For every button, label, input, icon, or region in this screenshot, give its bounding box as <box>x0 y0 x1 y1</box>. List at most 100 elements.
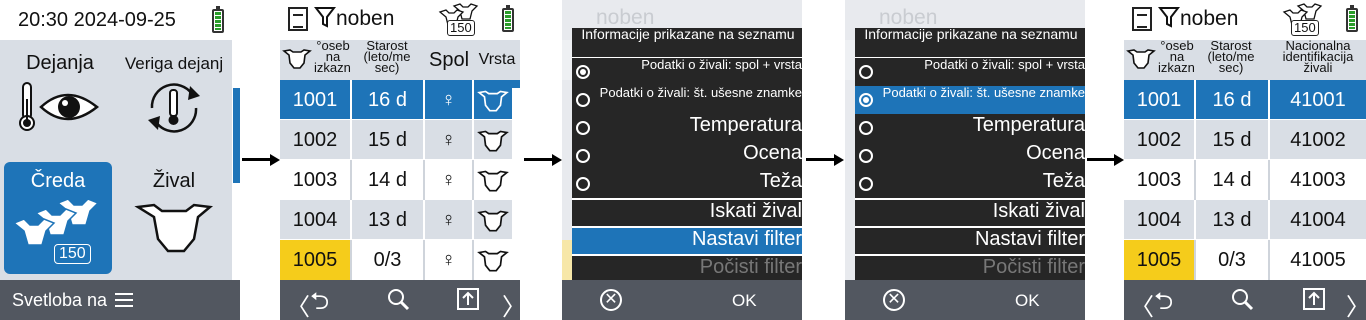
cow-head-icon <box>474 200 512 240</box>
col-header-age[interactable]: Starost (leto/me sec) <box>350 40 424 80</box>
col-header-species[interactable]: Vrsta <box>474 40 520 80</box>
table-row[interactable]: 1004 13 d 41004 <box>1124 200 1366 240</box>
chevron-left-icon[interactable]: 〈 <box>286 287 310 320</box>
menu-option-sex-species[interactable]: Podatki o živali: spol + vrsta <box>572 58 802 86</box>
chevron-right-icon[interactable]: 〉 <box>1346 287 1366 320</box>
table-row[interactable]: 1003 14 d 41003 <box>1124 160 1366 200</box>
radio-icon <box>576 121 590 135</box>
radio-icon <box>859 149 873 163</box>
flow-arrow <box>806 154 845 166</box>
radio-icon <box>576 177 590 191</box>
menu-title: Informacije prikazane na seznamu <box>572 27 802 58</box>
set-filter-action[interactable]: Nastavi filter <box>572 226 802 254</box>
menu-option-label: Podatki o živali: spol + vrsta <box>924 57 1085 72</box>
menu-option-ear-tag[interactable]: Podatki o živali: št. ušesne znamke <box>572 86 802 114</box>
table-row[interactable]: 1002 15 d 41002 <box>1124 120 1366 160</box>
back-icon[interactable]: ⮌ <box>310 284 329 320</box>
col-header-id[interactable]: °oseb na izkazn. <box>1158 40 1196 80</box>
list-options-menu-screen-2: noben Informacije prikazane na seznamu P… <box>845 0 1085 320</box>
export-icon[interactable] <box>1302 287 1326 317</box>
menu-option-temperature[interactable]: Temperatura <box>855 114 1085 142</box>
menu-option-ear-tag[interactable]: Podatki o živali: št. ušesne znamke <box>855 86 1085 114</box>
list-info-icon[interactable] <box>1132 7 1152 31</box>
ok-button[interactable]: OK <box>1015 291 1040 311</box>
status-bar: 20:30 2024-09-25 <box>0 0 240 40</box>
search-animal-action[interactable]: Iskati žival <box>855 198 1085 226</box>
col-header-id[interactable]: °oseb na izkazn. <box>314 40 352 80</box>
table-row[interactable]: 1002 15 d ♀ <box>280 120 520 160</box>
radio-icon <box>859 121 873 135</box>
cell-id: 1001 <box>1124 80 1196 120</box>
close-icon[interactable]: ✕ <box>600 289 622 311</box>
menu-option-score[interactable]: Ocena <box>572 142 802 170</box>
menu-option-sex-species[interactable]: Podatki o živali: spol + vrsta <box>855 58 1085 86</box>
table-row[interactable]: 1005 0/3 41005 <box>1124 240 1366 280</box>
cell-age: 14 d <box>1196 160 1270 200</box>
search-icon[interactable] <box>386 287 410 317</box>
radio-icon <box>859 177 873 191</box>
cell-sex: ♀ <box>425 240 474 280</box>
scrollbar[interactable] <box>233 88 240 183</box>
light-toggle-label[interactable]: Svetloba na <box>12 290 107 311</box>
chevron-right-icon[interactable]: 〉 <box>502 287 520 320</box>
ok-button[interactable]: OK <box>732 291 757 311</box>
table-row[interactable]: 1004 13 d ♀ <box>280 200 520 240</box>
cow-head-icon <box>1124 40 1158 80</box>
clear-filter-action[interactable]: Počisti filter <box>572 254 802 282</box>
battery-icon <box>502 5 514 32</box>
bottom-bar: 〈 ⮌ 〉 <box>1124 280 1366 320</box>
menu-option-weight[interactable]: Teža <box>572 170 802 198</box>
table-row[interactable]: 1005 0/3 ♀ <box>280 240 520 280</box>
export-icon[interactable] <box>456 287 480 317</box>
flow-arrow <box>524 154 562 166</box>
col-header-sex[interactable]: Spol <box>425 40 473 80</box>
filter-label: noben <box>336 7 395 30</box>
cell-id: 1002 <box>280 120 352 160</box>
menu-option-temperature[interactable]: Temperatura <box>572 114 802 142</box>
cell-id: 1003 <box>1124 160 1196 200</box>
cell-sex: ♀ <box>425 200 474 240</box>
radio-icon <box>576 65 590 79</box>
tile-animal[interactable]: Žival <box>118 162 230 274</box>
cell-national-id: 41001 <box>1290 88 1346 111</box>
tile-action-chain[interactable]: Veriga dejanj <box>118 48 230 158</box>
tile-actions[interactable]: Dejanja <box>8 48 112 158</box>
cell-age: 0/3 <box>1196 240 1270 280</box>
cell-id: 1002 <box>1124 120 1196 160</box>
list-info-icon[interactable] <box>288 7 308 31</box>
back-icon[interactable]: ⮌ <box>1154 284 1173 320</box>
animal-table: 1001 16 d ♀ 1002 15 d ♀ 1003 14 d ♀ 1004… <box>280 80 520 280</box>
table-row[interactable]: 1003 14 d ♀ <box>280 160 520 200</box>
col-header-national-id[interactable]: Nacionalna identifikacija živali <box>1270 40 1366 80</box>
cell-age: 13 d <box>1196 200 1270 240</box>
cell-age: 16 d <box>1196 80 1270 120</box>
cell-national-id: 41003 <box>1290 168 1346 191</box>
col-header-age[interactable]: Starost (leto/me sec) <box>1194 40 1268 80</box>
filter-indicator[interactable]: noben <box>1157 6 1238 31</box>
chevron-left-icon[interactable]: 〈 <box>1130 287 1154 320</box>
search-icon[interactable] <box>1230 287 1254 317</box>
set-filter-action[interactable]: Nastavi filter <box>855 226 1085 254</box>
thermometer-eye-icon <box>19 82 100 131</box>
cow-head-icon <box>134 203 214 253</box>
filter-indicator[interactable]: noben <box>313 6 395 31</box>
table-row[interactable]: 1001 16 d ♀ <box>280 80 520 120</box>
menu-option-weight[interactable]: Teža <box>855 170 1085 198</box>
cow-head-icon <box>474 80 512 120</box>
cow-head-icon <box>474 160 512 200</box>
tile-herd[interactable]: Čreda 150 <box>4 162 112 274</box>
tile-grid: Dejanja Veriga dejanj Čreda 150 Žival <box>0 40 232 280</box>
menu-icon[interactable] <box>115 293 134 307</box>
battery-icon <box>1346 5 1358 32</box>
table-row[interactable]: 1001 16 d 41001 <box>1124 80 1366 120</box>
close-icon[interactable]: ✕ <box>883 289 905 311</box>
cell-age: 16 d <box>352 80 425 120</box>
herd-list-result-screen: noben 150 °oseb na izkazn. Starost (leto… <box>1124 0 1366 320</box>
scroll-track <box>512 88 520 278</box>
menu-option-label: Temperatura <box>972 114 1085 136</box>
clear-filter-action[interactable]: Počisti filter <box>855 254 1085 282</box>
search-animal-action[interactable]: Iskati žival <box>572 198 802 226</box>
herd-count-badge: 150 <box>1291 20 1319 36</box>
menu-option-score[interactable]: Ocena <box>855 142 1085 170</box>
cell-age: 13 d <box>352 200 425 240</box>
